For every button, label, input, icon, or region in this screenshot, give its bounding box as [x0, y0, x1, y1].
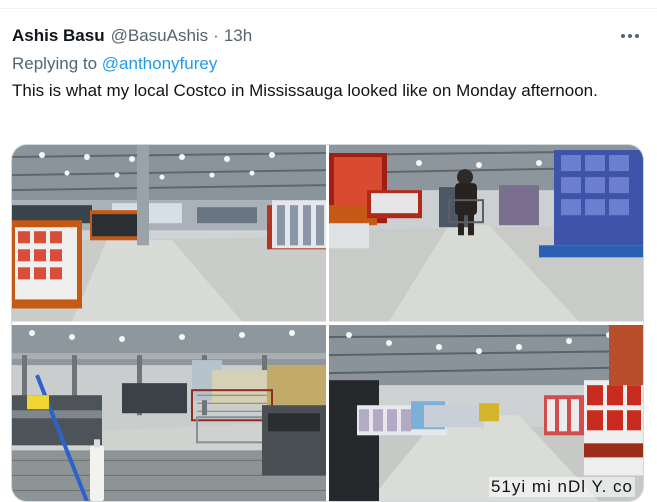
watermark-text: 51yi mi nDl Y. co: [488, 477, 635, 497]
tweet-timestamp[interactable]: 13h: [224, 26, 252, 46]
author-handle[interactable]: @BasuAshis: [111, 26, 209, 46]
tweet-header: Ashis Basu @BasuAshis · 13h: [12, 25, 645, 47]
replying-to-handle[interactable]: @anthonyfurey: [102, 54, 218, 73]
timeline-divider: [0, 0, 657, 9]
author-name[interactable]: Ashis Basu: [12, 26, 105, 46]
replying-to-label: Replying to: [12, 54, 102, 73]
tweet-text: This is what my local Costco in Mississa…: [12, 81, 598, 100]
media-grid: 51yi mi nDl Y. co: [11, 144, 644, 502]
header-separator: ·: [213, 26, 219, 45]
photo-wide-aisle[interactable]: 51yi mi nDl Y. co: [329, 324, 643, 501]
photo-store-aisle-tvs[interactable]: [12, 145, 326, 322]
more-icon[interactable]: [615, 26, 645, 46]
replying-to: Replying to @anthonyfurey: [12, 54, 217, 74]
photo-checkout-lanes[interactable]: [12, 324, 326, 501]
photo-aisle-shopper[interactable]: [329, 145, 643, 322]
